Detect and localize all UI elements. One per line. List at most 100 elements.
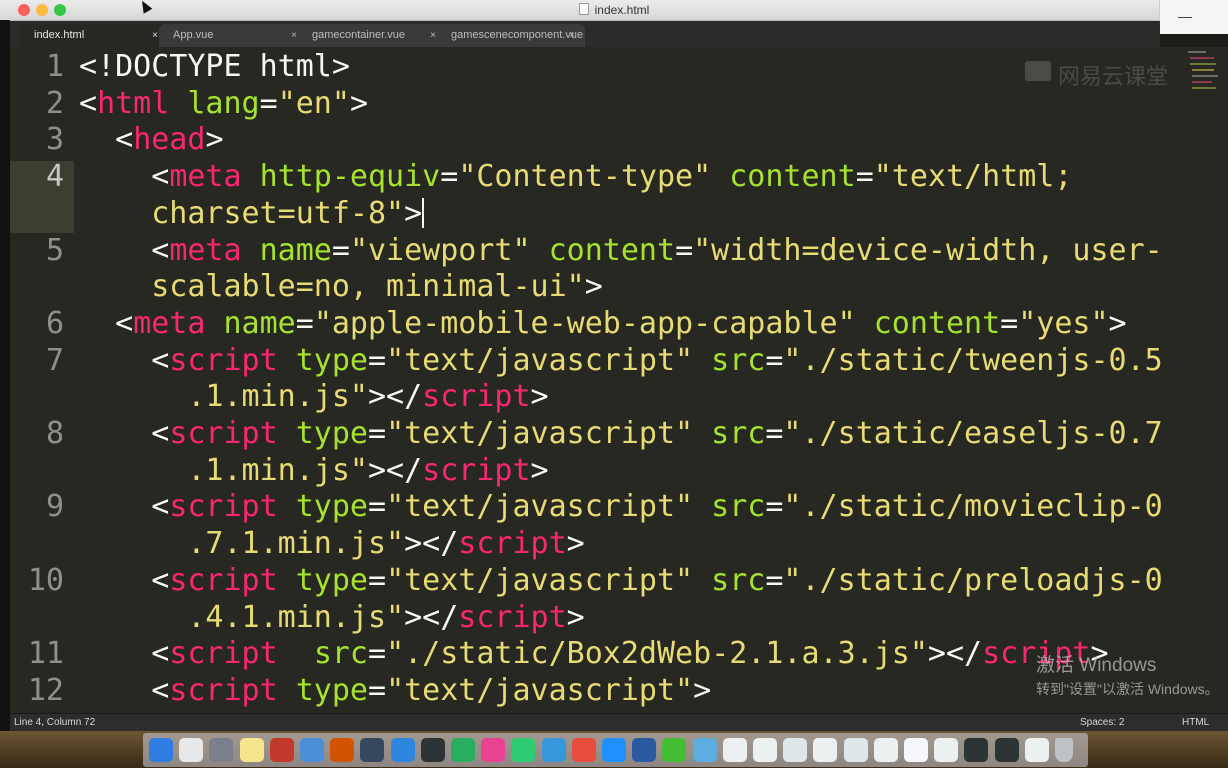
- dock: [0, 731, 1228, 768]
- syntax-selector[interactable]: HTML: [1182, 714, 1209, 731]
- code-token: <: [79, 122, 134, 158]
- code-token: "text/html;: [873, 159, 1073, 195]
- bird-icon[interactable]: [541, 738, 566, 762]
- terminal-icon[interactable]: [420, 738, 445, 762]
- thumb-icon[interactable]: [994, 738, 1019, 762]
- finder-icon[interactable]: [149, 738, 173, 762]
- code-line: charset=utf-8">: [79, 195, 425, 232]
- wechat-icon[interactable]: [662, 738, 687, 762]
- code-token: =: [368, 636, 387, 672]
- photo-booth-icon[interactable]: [269, 738, 294, 762]
- netease-logo-icon: [1025, 61, 1051, 81]
- launchpad-icon[interactable]: [209, 738, 234, 762]
- close-tab-icon[interactable]: ×: [291, 24, 297, 47]
- office-icon[interactable]: [571, 738, 596, 762]
- code-token: =: [331, 232, 350, 268]
- reader-icon[interactable]: [360, 738, 385, 762]
- code-line: .4.1.min.js"></script>: [79, 599, 585, 636]
- dock-shelf: [143, 733, 1088, 767]
- code-token: <: [79, 562, 170, 598]
- code-token: =: [368, 672, 387, 708]
- minimap[interactable]: [1188, 49, 1218, 101]
- line-number: 2: [45, 85, 64, 121]
- code-line: .1.min.js"></script>: [79, 452, 548, 489]
- code-token: "text/javascript": [386, 489, 694, 525]
- code-token: .4.1.min.js": [79, 599, 405, 635]
- sourcetree-icon[interactable]: [451, 738, 475, 762]
- sublime-text-icon[interactable]: [330, 738, 355, 762]
- itunes-icon[interactable]: [481, 738, 506, 762]
- code-token: script: [169, 562, 278, 598]
- code-token: ></: [367, 379, 423, 415]
- tab-gamecontainer-vue[interactable]: gamecontainer.vue ×: [298, 24, 446, 47]
- code-token: =: [855, 159, 874, 195]
- minimize-button[interactable]: —: [1178, 8, 1192, 24]
- code-token: meta: [133, 305, 206, 341]
- word-icon[interactable]: [632, 738, 657, 762]
- line-number: 8: [45, 416, 64, 451]
- code-token: scalable=no, minimal-ui": [79, 269, 585, 305]
- code-token: ></: [404, 526, 459, 562]
- chrome-icon[interactable]: [179, 738, 204, 762]
- code-token: http-equiv: [259, 159, 441, 195]
- tab-app-vue[interactable]: App.vue ×: [159, 24, 307, 47]
- code-token: =: [1000, 305, 1019, 341]
- code-token: "text/javascript": [386, 342, 694, 378]
- thumb-icon[interactable]: [873, 738, 898, 762]
- code-token: "Content-type": [458, 159, 712, 195]
- line-number: 1: [45, 49, 64, 84]
- thumb-icon[interactable]: [753, 738, 777, 762]
- trash-icon[interactable]: [1055, 738, 1073, 762]
- preview-icon[interactable]: [300, 738, 324, 762]
- code-line: <head>: [79, 122, 224, 158]
- line-number: 11: [27, 636, 64, 672]
- activation-title: 激活 Windows: [1036, 655, 1157, 676]
- thumb-icon[interactable]: [964, 738, 989, 762]
- line-number: 6: [45, 305, 64, 341]
- code-token: >: [404, 195, 423, 231]
- window-controls: —: [1159, 0, 1228, 34]
- close-tab-icon[interactable]: ×: [569, 24, 575, 47]
- code-token: script: [422, 452, 531, 488]
- thumb-icon[interactable]: [934, 738, 959, 762]
- code-token: =: [440, 159, 459, 195]
- thumb-icon[interactable]: [783, 738, 808, 762]
- thumb-icon[interactable]: [904, 738, 928, 762]
- notes-icon[interactable]: [239, 738, 264, 762]
- code-token: >: [205, 122, 224, 158]
- code-token: script: [169, 672, 278, 708]
- qq-music-icon[interactable]: [511, 738, 536, 762]
- thumb-icon[interactable]: [843, 738, 868, 762]
- safari-icon[interactable]: [390, 738, 415, 762]
- tab-index-html[interactable]: index.html ×: [20, 24, 168, 47]
- status-bar: Line 4, Column 72 Spaces: 2 HTML: [10, 713, 1228, 731]
- window-titlebar: index.html: [0, 0, 1228, 21]
- minimap-line: [1192, 69, 1214, 71]
- tab-gamescenecomponent-vue[interactable]: gamescenecomponent.vue ×: [437, 24, 585, 47]
- code-token: "text/javascript": [386, 562, 694, 598]
- folder-icon[interactable]: [692, 738, 717, 762]
- code-token: script: [169, 636, 278, 672]
- thumb-icon[interactable]: [813, 738, 838, 762]
- code-token: script: [169, 489, 278, 525]
- thumb-icon[interactable]: [722, 738, 747, 762]
- code-token: =: [368, 342, 387, 378]
- line-number: 5: [45, 232, 64, 268]
- tab-label: App.vue: [173, 29, 214, 41]
- indentation-setting[interactable]: Spaces: 2: [1080, 714, 1124, 731]
- close-tab-icon[interactable]: ×: [430, 24, 436, 47]
- close-tab-icon[interactable]: ×: [152, 24, 158, 47]
- code-token: >: [566, 599, 585, 635]
- code-token: content: [548, 232, 676, 268]
- code-line: <script type="text/javascript">: [79, 673, 711, 709]
- thumb-icon[interactable]: [1024, 738, 1049, 762]
- code-token: <: [79, 159, 170, 195]
- ie-icon[interactable]: [602, 738, 626, 762]
- code-editor[interactable]: 1 2 3 4 5 6 7 8 9 10 11 12 <!DOCTYPE html> <html lan…: [10, 47, 1228, 713]
